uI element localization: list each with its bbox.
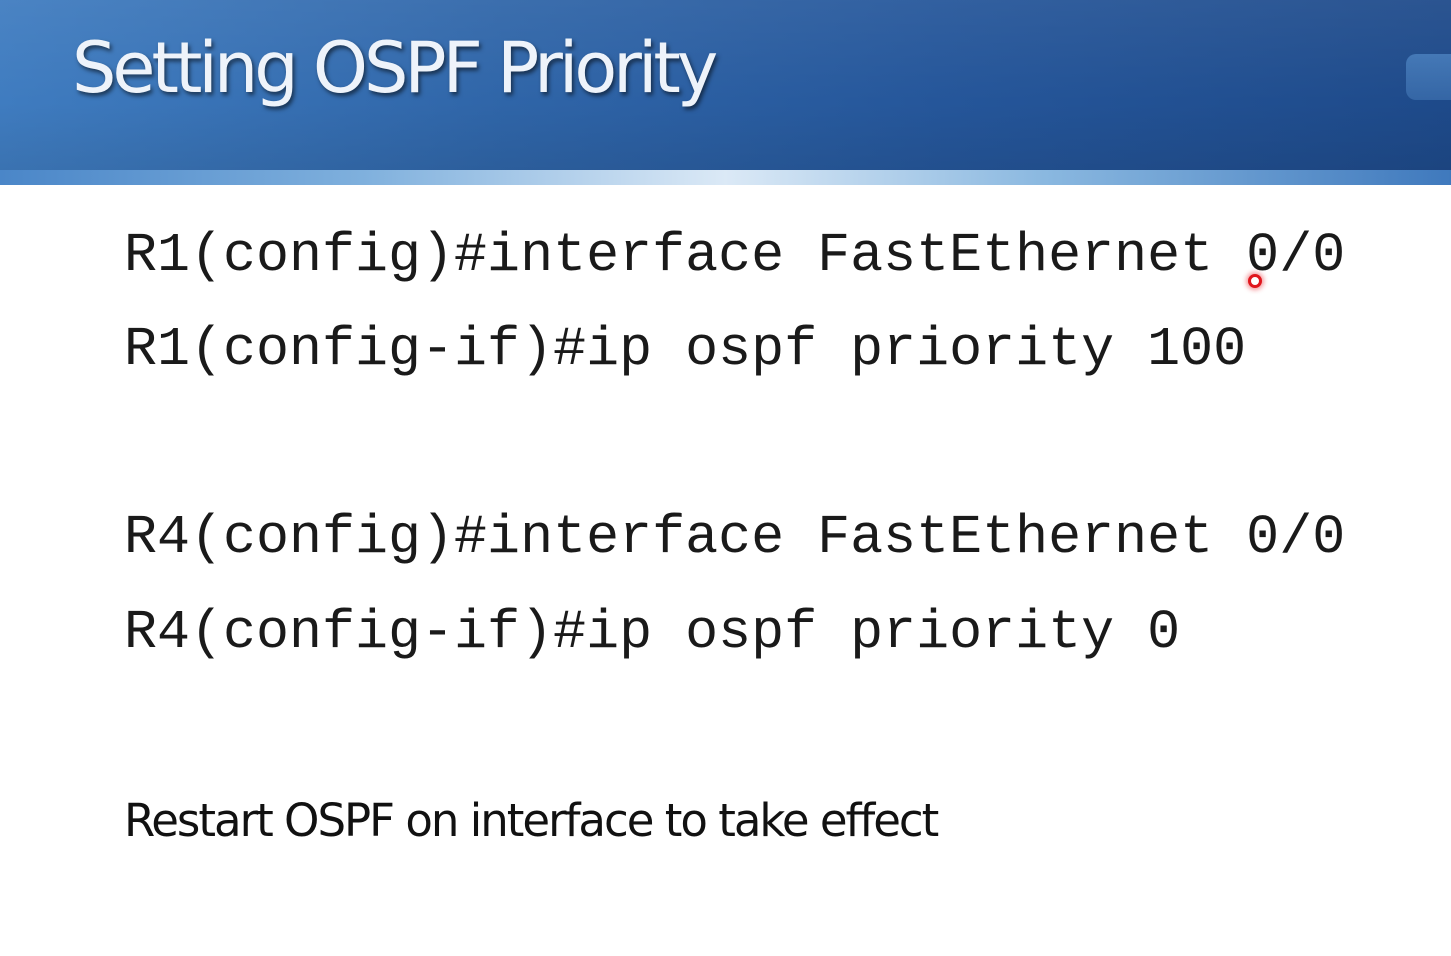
title-bar-tab (1406, 54, 1451, 100)
title-accent-stripe (0, 170, 1451, 185)
code-line-r4-priority: R4(config-if)#ip ospf priority 0 (124, 601, 1181, 664)
presentation-slide: Setting OSPF Priority R1(config)#interfa… (0, 0, 1451, 956)
laser-pointer-icon (1248, 274, 1262, 288)
restart-note: Restart OSPF on interface to take effect (124, 794, 939, 847)
code-line-r1-interface: R1(config)#interface FastEthernet 0/0 (124, 224, 1346, 287)
code-line-r1-priority: R1(config-if)#ip ospf priority 100 (124, 318, 1247, 381)
slide-title: Setting OSPF Priority (72, 27, 718, 109)
code-line-r4-interface: R4(config)#interface FastEthernet 0/0 (124, 506, 1346, 569)
